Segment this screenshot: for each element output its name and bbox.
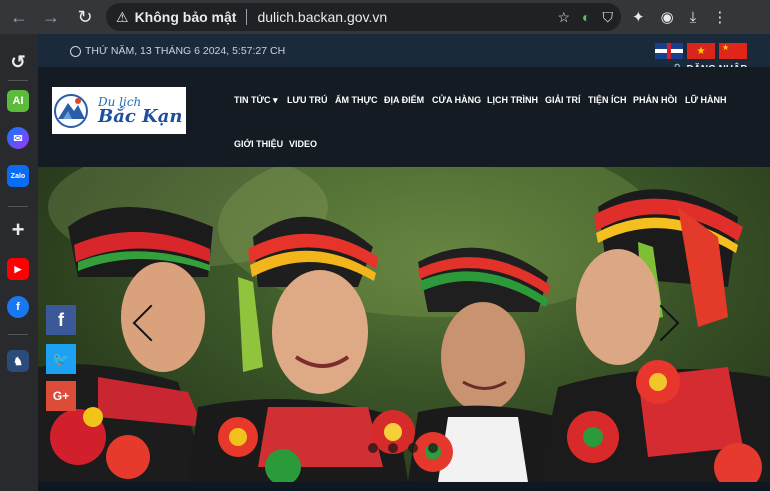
download-icon[interactable]: ⤓ (690, 9, 697, 26)
menu-tin-tuc[interactable]: TIN TỨC ▾ (234, 95, 277, 106)
menu-video[interactable]: VIDEO (289, 139, 317, 149)
hero-slider[interactable]: f 🐦 G+ (38, 167, 770, 482)
shield-icon[interactable]: ⛉ (603, 9, 614, 26)
forward-icon[interactable]: → (36, 2, 66, 32)
twitter-share-button[interactable]: 🐦 (46, 344, 76, 374)
slider-dot[interactable] (428, 443, 438, 453)
game-icon[interactable]: ♞ (7, 350, 29, 372)
current-datetime: THỨ NĂM, 13 THÁNG 6 2024, 5:57:27 CH (85, 45, 286, 57)
china-flag-icon[interactable]: ★ (719, 43, 747, 59)
facebook-share-button[interactable]: f (46, 305, 76, 335)
menu-lu-hanh[interactable]: LỮ HÀNH (685, 95, 726, 105)
messenger-icon[interactable]: ✉ (7, 127, 29, 149)
slider-dots (368, 443, 438, 453)
uk-flag-icon[interactable] (655, 43, 683, 59)
menu-am-thuc[interactable]: ẨM THỰC (335, 95, 377, 105)
site-header: Du lịch Bắc Kạn TIN TỨC ▾ LƯU TRÚ ẨM THỰ… (38, 67, 770, 167)
menu-lich-trinh[interactable]: LỊCH TRÌNH (487, 95, 538, 105)
reload-icon[interactable]: ↻ (70, 2, 100, 32)
facebook-icon[interactable]: f (7, 296, 29, 318)
security-label: Không bảo mật (134, 9, 237, 25)
menu-dia-diem[interactable]: ĐỊA ĐIỂM (384, 95, 424, 105)
slider-dot[interactable] (408, 443, 418, 453)
logo-line2: Bắc Kạn (98, 105, 183, 127)
menu-giai-tri[interactable]: GIẢI TRÍ (545, 95, 581, 105)
zalo-icon[interactable]: Zalo (7, 165, 29, 187)
top-bar: THỨ NĂM, 13 THÁNG 6 2024, 5:57:27 CH ★ ★ (38, 34, 770, 67)
add-icon[interactable]: + (7, 217, 29, 242)
browser-toolbar: ← → ↻ ⚠ Không bảo mật dulich.backan.gov.… (0, 0, 770, 34)
slider-dot[interactable] (368, 443, 378, 453)
ai-icon[interactable]: AI (7, 90, 29, 112)
googleplus-share-button[interactable]: G+ (46, 381, 76, 411)
clock-icon (70, 45, 81, 57)
bookmark-star-icon[interactable]: ☆ (557, 9, 570, 26)
dark-mode-icon[interactable]: ◐ (582, 9, 590, 25)
slider-dot[interactable] (388, 443, 398, 453)
history-icon[interactable]: ↺ (7, 51, 29, 73)
menu-luu-tru[interactable]: LƯU TRÚ (287, 95, 327, 105)
warning-icon: ⚠ (116, 8, 129, 25)
menu-gioi-thieu[interactable]: GIỚI THIỆU (234, 139, 283, 149)
vietnam-flag-icon[interactable]: ★ (687, 43, 715, 59)
menu-dots-icon[interactable]: ⋮ (712, 8, 727, 26)
back-icon[interactable]: ← (4, 2, 34, 32)
address-bar[interactable]: ⚠ Không bảo mật dulich.backan.gov.vn ☆ ◐… (106, 3, 621, 31)
website: THỨ NĂM, 13 THÁNG 6 2024, 5:57:27 CH ★ ★… (38, 34, 770, 491)
url-text: dulich.backan.gov.vn (257, 9, 388, 25)
extensions-icon[interactable]: ✦ (632, 8, 645, 26)
logo-mountain-icon (54, 93, 88, 128)
browser-sidebar: ↺ AI ✉ Zalo + ▶ f ♞ (0, 34, 38, 491)
menu-cua-hang[interactable]: CỬA HÀNG (432, 95, 481, 105)
site-logo[interactable]: Du lịch Bắc Kạn (52, 87, 186, 134)
youtube-icon[interactable]: ▶ (7, 258, 29, 280)
menu-tien-ich[interactable]: TIỆN ÍCH (588, 95, 627, 105)
menu-phan-hoi[interactable]: PHẢN HỒI (633, 95, 677, 105)
profile-icon[interactable]: ◉ (661, 8, 674, 26)
